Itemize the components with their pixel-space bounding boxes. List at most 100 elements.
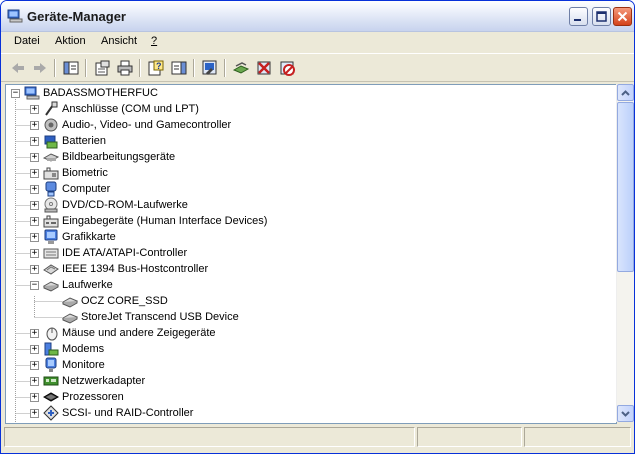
status-bar xyxy=(1,425,634,453)
close-button[interactable] xyxy=(613,7,632,26)
tree-item[interactable]: SCSI- und RAID-Controller xyxy=(43,405,193,421)
tree-item-label: Biometric xyxy=(62,167,108,179)
computer-icon xyxy=(45,181,57,197)
expand-toggle[interactable]: + xyxy=(30,121,39,130)
scsi-icon xyxy=(43,405,59,421)
menu-bar: Datei Aktion Ansicht ? xyxy=(1,32,634,52)
tree-item-label: DVD/CD-ROM-Laufwerke xyxy=(62,199,188,211)
vertical-scrollbar[interactable] xyxy=(616,84,634,422)
menu-datei[interactable]: Datei xyxy=(14,35,40,47)
expand-toggle[interactable]: + xyxy=(30,137,39,146)
menu-aktion[interactable]: Aktion xyxy=(55,35,86,47)
monitor-icon xyxy=(45,357,57,372)
tree-item[interactable]: Laufwerke xyxy=(43,277,113,293)
tree-item[interactable]: Audio-, Video- und Gamecontroller xyxy=(43,117,231,133)
tree-item-label: OCZ CORE_SSD xyxy=(81,295,168,307)
tree-item[interactable]: Mäuse und andere Zeigegeräte xyxy=(43,325,216,341)
menu-ansicht[interactable]: Ansicht xyxy=(101,35,137,47)
toolbar-separator xyxy=(85,59,87,77)
tree-item-label: SCSI- und RAID-Controller xyxy=(62,407,194,419)
close-icon xyxy=(617,11,628,22)
tree-root[interactable]: BADASSMOTHERFUC xyxy=(24,85,158,101)
expand-toggle[interactable]: + xyxy=(30,217,39,226)
toolbar: ? xyxy=(1,53,634,82)
tree-item[interactable]: DVD/CD-ROM-Laufwerke xyxy=(43,197,188,213)
print-button[interactable] xyxy=(115,58,135,78)
toolbar-separator xyxy=(54,59,56,77)
scroll-up-button[interactable] xyxy=(617,84,634,101)
show-hide-tree-icon xyxy=(63,61,79,75)
expand-toggle[interactable]: + xyxy=(30,393,39,402)
collapse-toggle[interactable]: − xyxy=(30,281,39,290)
tree-item-label: Mäuse und andere Zeigegeräte xyxy=(62,327,216,339)
tree-item[interactable]: Anschlüsse (COM und LPT) xyxy=(43,101,199,117)
modem-icon xyxy=(44,342,59,356)
tree-item-label: Monitore xyxy=(62,359,105,371)
tree-item-label: Netzwerkadapter xyxy=(62,375,146,387)
firewire-icon xyxy=(43,264,59,275)
audio-icon xyxy=(44,118,58,132)
expand-toggle[interactable]: + xyxy=(30,105,39,114)
tree-item-label: IDE ATA/ATAPI-Controller xyxy=(62,247,188,259)
action-view-button[interactable] xyxy=(169,58,189,78)
uninstall-button[interactable] xyxy=(254,58,274,78)
tree-item[interactable]: Computer xyxy=(43,181,110,197)
expand-toggle[interactable]: + xyxy=(30,233,39,242)
device-tree[interactable]: − BADASSMOTHERFUC + Anschlüsse (COM und … xyxy=(5,84,617,424)
tree-child-item[interactable]: OCZ CORE_SSD xyxy=(62,293,168,309)
tree-root-label: BADASSMOTHERFUC xyxy=(43,87,158,99)
expand-toggle[interactable]: + xyxy=(30,377,39,386)
maximize-icon xyxy=(596,11,607,22)
minimize-button[interactable] xyxy=(569,7,588,26)
tree-item-label: Computer xyxy=(62,183,111,195)
expand-toggle[interactable]: + xyxy=(30,169,39,178)
uninstall-icon xyxy=(257,61,271,75)
cdrom-icon xyxy=(44,197,58,213)
expand-toggle[interactable]: + xyxy=(30,153,39,162)
title-bar[interactable]: Geräte-Manager xyxy=(1,1,634,32)
tree-item[interactable]: Biometric xyxy=(43,165,108,181)
menu-help[interactable]: ? xyxy=(151,35,157,47)
expand-toggle[interactable]: + xyxy=(30,265,39,274)
forward-button[interactable] xyxy=(30,58,50,78)
update-driver-button[interactable] xyxy=(231,58,251,78)
tree-item[interactable]: IDE ATA/ATAPI-Controller xyxy=(43,245,187,261)
tree-item[interactable]: Grafikkarte xyxy=(43,229,116,245)
update-driver-icon xyxy=(233,62,249,74)
tree-item-label: Anschlüsse (COM und LPT) xyxy=(62,103,199,115)
tree-item[interactable]: IEEE 1394 Bus-Hostcontroller xyxy=(43,261,208,277)
collapse-root-toggle[interactable]: − xyxy=(11,89,20,98)
tree-item[interactable]: Eingabegeräte (Human Interface Devices) xyxy=(43,213,267,229)
show-hide-tree-button[interactable] xyxy=(61,58,81,78)
scroll-down-button[interactable] xyxy=(617,405,634,422)
expand-toggle[interactable]: + xyxy=(30,361,39,370)
scan-hardware-button[interactable] xyxy=(200,58,220,78)
tree-child-item[interactable]: StoreJet Transcend USB Device xyxy=(62,309,239,325)
biometric-icon xyxy=(43,167,59,180)
tree-item[interactable]: Prozessoren xyxy=(43,389,124,405)
toolbar-separator xyxy=(193,59,195,77)
scroll-thumb[interactable] xyxy=(617,102,634,272)
help-button[interactable]: ? xyxy=(146,58,166,78)
expand-toggle[interactable]: + xyxy=(30,249,39,258)
forward-icon xyxy=(34,63,46,73)
maximize-button[interactable] xyxy=(592,7,611,26)
tree-item[interactable]: Bildbearbeitungsgeräte xyxy=(43,149,175,165)
ide-icon xyxy=(43,248,59,259)
expand-toggle[interactable]: + xyxy=(30,201,39,210)
tree-item-label: Laufwerke xyxy=(62,279,113,291)
minimize-icon xyxy=(574,19,581,21)
disable-button[interactable] xyxy=(277,58,297,78)
properties-button[interactable] xyxy=(92,58,112,78)
back-button[interactable] xyxy=(8,58,28,78)
expand-toggle[interactable]: + xyxy=(30,409,39,418)
tree-item[interactable]: Monitore xyxy=(43,357,105,373)
tree-item[interactable]: Batterien xyxy=(43,133,106,149)
expand-toggle[interactable]: + xyxy=(30,185,39,194)
expand-toggle[interactable]: + xyxy=(30,329,39,338)
tree-item[interactable]: Modems xyxy=(43,341,104,357)
tree-item[interactable]: Netzwerkadapter xyxy=(43,373,145,389)
tree-item-label: Batterien xyxy=(62,135,107,147)
expand-toggle[interactable]: + xyxy=(30,345,39,354)
battery-icon xyxy=(44,135,58,149)
